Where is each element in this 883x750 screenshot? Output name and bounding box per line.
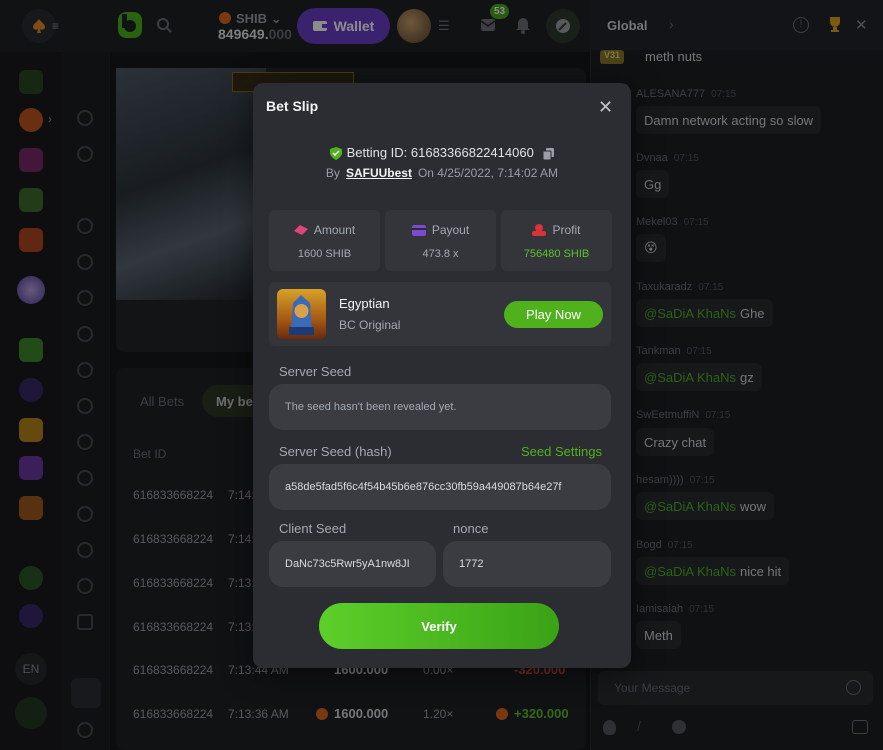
amount-label: Amount xyxy=(313,223,356,237)
server-seed-hash-label: Server Seed (hash) xyxy=(279,444,392,459)
bettor-username-link[interactable]: SAFUUbest xyxy=(346,166,412,180)
play-now-button[interactable]: Play Now xyxy=(504,301,603,328)
nonce-field[interactable]: 1772 xyxy=(443,541,611,587)
modal-title: Bet Slip xyxy=(266,98,319,114)
betting-id-line: Betting ID: 616833668224140​60 xyxy=(253,145,631,161)
client-seed-field[interactable]: DaNc73c5Rwr5yA1nw8JI xyxy=(269,541,436,587)
payout-box: Payout 473.8 x xyxy=(385,210,496,271)
nonce-label: nonce xyxy=(453,521,489,536)
shield-check-icon xyxy=(329,147,342,161)
payout-label: Payout xyxy=(431,223,470,237)
amount-box: Amount 1600 SHIB xyxy=(269,210,380,271)
game-name[interactable]: Egyptian xyxy=(339,296,390,311)
server-seed-label: Server Seed xyxy=(279,364,352,379)
verify-button[interactable]: Verify xyxy=(319,603,559,649)
game-provider: BC Original xyxy=(339,318,401,332)
seed-settings-link[interactable]: Seed Settings xyxy=(521,444,602,459)
payout-icon xyxy=(411,224,426,236)
copy-icon[interactable] xyxy=(543,147,555,160)
betting-id-text: Betting ID: 616833668224140​60 xyxy=(346,145,534,160)
profit-icon xyxy=(532,224,547,236)
bet-date: On 4/25/2022, 7:14:02 AM xyxy=(417,166,559,180)
by-line: By SAFUUbest On 4/25/2022, 7:14:02 AM xyxy=(253,166,631,180)
amount-value: 1600 SHIB xyxy=(297,248,352,260)
client-seed-label: Client Seed xyxy=(279,521,347,536)
by-label: By xyxy=(325,166,340,180)
amount-icon xyxy=(293,225,308,235)
profit-box: Profit 756480 SHIB xyxy=(501,210,612,271)
close-icon[interactable]: ✕ xyxy=(598,97,613,118)
profit-label: Profit xyxy=(552,223,581,237)
profit-value: 756480 SHIB xyxy=(523,248,590,260)
server-seed-field: The seed hasn't been revealed yet. xyxy=(269,384,611,430)
payout-value: 473.8 x xyxy=(422,248,459,260)
game-thumbnail[interactable] xyxy=(277,289,326,339)
server-seed-hash-field[interactable]: a58de5fad5f6c4f54b45b6e876cc30fb59a44908… xyxy=(269,464,611,510)
